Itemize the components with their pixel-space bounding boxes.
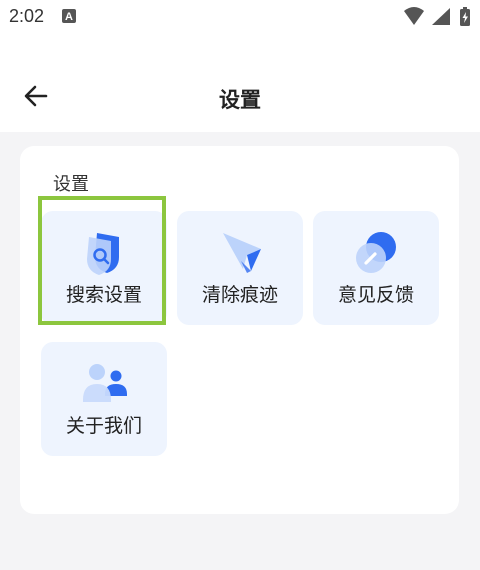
status-bar: 2:02 A — [0, 0, 480, 34]
wifi-icon — [404, 7, 424, 25]
section-label: 设置 — [53, 174, 89, 195]
tile-label: 关于我们 — [65, 415, 142, 437]
battery-charging-icon — [460, 7, 470, 26]
about-us-tile[interactable]: 关于我们 — [41, 342, 167, 456]
feedback-tile[interactable]: 意见反馈 — [313, 211, 439, 325]
clear-traces-tile[interactable]: 清除痕迹 — [177, 211, 303, 325]
about-us-people-icon — [83, 364, 127, 402]
selection-highlight — [38, 196, 166, 325]
clear-traces-cursor-icon — [223, 233, 261, 273]
page-title: 设置 — [219, 88, 261, 112]
tile-label: 清除痕迹 — [201, 284, 278, 306]
status-time: 2:02 — [9, 6, 45, 26]
notification-badge-icon: A — [62, 9, 76, 23]
tile-label: 意见反馈 — [337, 284, 414, 306]
status-icons — [404, 7, 470, 26]
svg-text:A: A — [65, 11, 73, 23]
feedback-pencil-icon — [356, 232, 396, 273]
cellular-signal-icon — [432, 8, 450, 25]
app-header: 设置 — [0, 70, 480, 126]
